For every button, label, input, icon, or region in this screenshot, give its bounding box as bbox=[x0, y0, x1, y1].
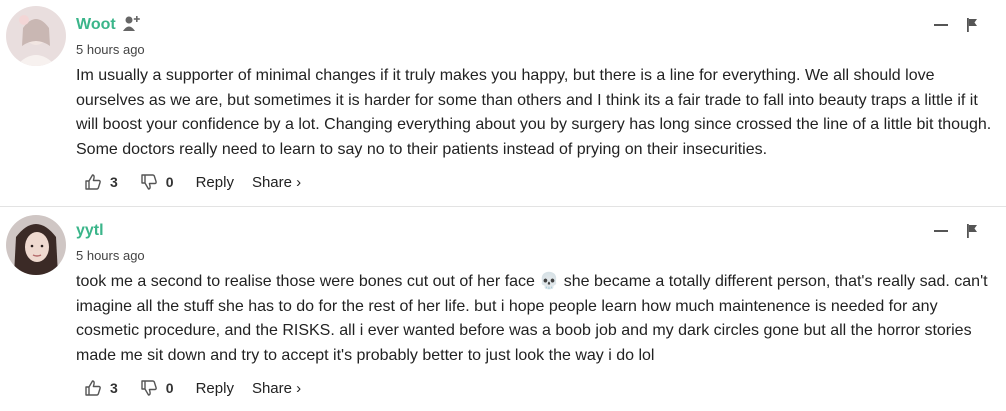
comment-actions: 3 0 Reply Share › bbox=[84, 173, 301, 191]
minus-icon[interactable] bbox=[934, 24, 948, 26]
comment-actions: 3 0 Reply Share › bbox=[84, 379, 301, 397]
comment-controls bbox=[934, 224, 978, 238]
downvote-count: 0 bbox=[165, 380, 174, 396]
comment-controls bbox=[934, 18, 978, 32]
upvote-button[interactable]: 3 bbox=[84, 379, 118, 397]
share-button[interactable]: Share › bbox=[252, 380, 301, 397]
avatar[interactable] bbox=[6, 215, 66, 275]
timestamp: 5 hours ago bbox=[76, 248, 145, 263]
share-button[interactable]: Share › bbox=[252, 174, 301, 191]
thumbs-up-icon bbox=[84, 379, 102, 397]
timestamp: 5 hours ago bbox=[76, 42, 145, 57]
comment-item: Woot 5 hours ago Im usually a supporter … bbox=[0, 0, 1006, 205]
comment-item: yytl 5 hours ago took me a second to rea… bbox=[0, 206, 1006, 411]
reply-button[interactable]: Reply bbox=[196, 380, 234, 397]
avatar[interactable] bbox=[6, 6, 66, 66]
thumbs-down-icon bbox=[140, 173, 158, 191]
comment-text: took me a second to realise those were b… bbox=[76, 273, 988, 364]
downvote-count: 0 bbox=[165, 174, 174, 190]
downvote-button[interactable]: 0 bbox=[140, 173, 174, 191]
username[interactable]: Woot bbox=[76, 16, 116, 34]
minus-icon[interactable] bbox=[934, 230, 948, 232]
username[interactable]: yytl bbox=[76, 222, 104, 240]
upvote-count: 3 bbox=[110, 380, 118, 396]
reply-button[interactable]: Reply bbox=[196, 174, 234, 191]
flag-icon[interactable] bbox=[966, 18, 978, 32]
comment-text: Im usually a supporter of minimal change… bbox=[76, 67, 992, 158]
upvote-button[interactable]: 3 bbox=[84, 173, 118, 191]
upvote-count: 3 bbox=[110, 174, 118, 190]
flag-icon[interactable] bbox=[966, 224, 978, 238]
thumbs-up-icon bbox=[84, 173, 102, 191]
thumbs-down-icon bbox=[140, 379, 158, 397]
add-user-icon[interactable] bbox=[122, 13, 142, 38]
downvote-button[interactable]: 0 bbox=[140, 379, 174, 397]
